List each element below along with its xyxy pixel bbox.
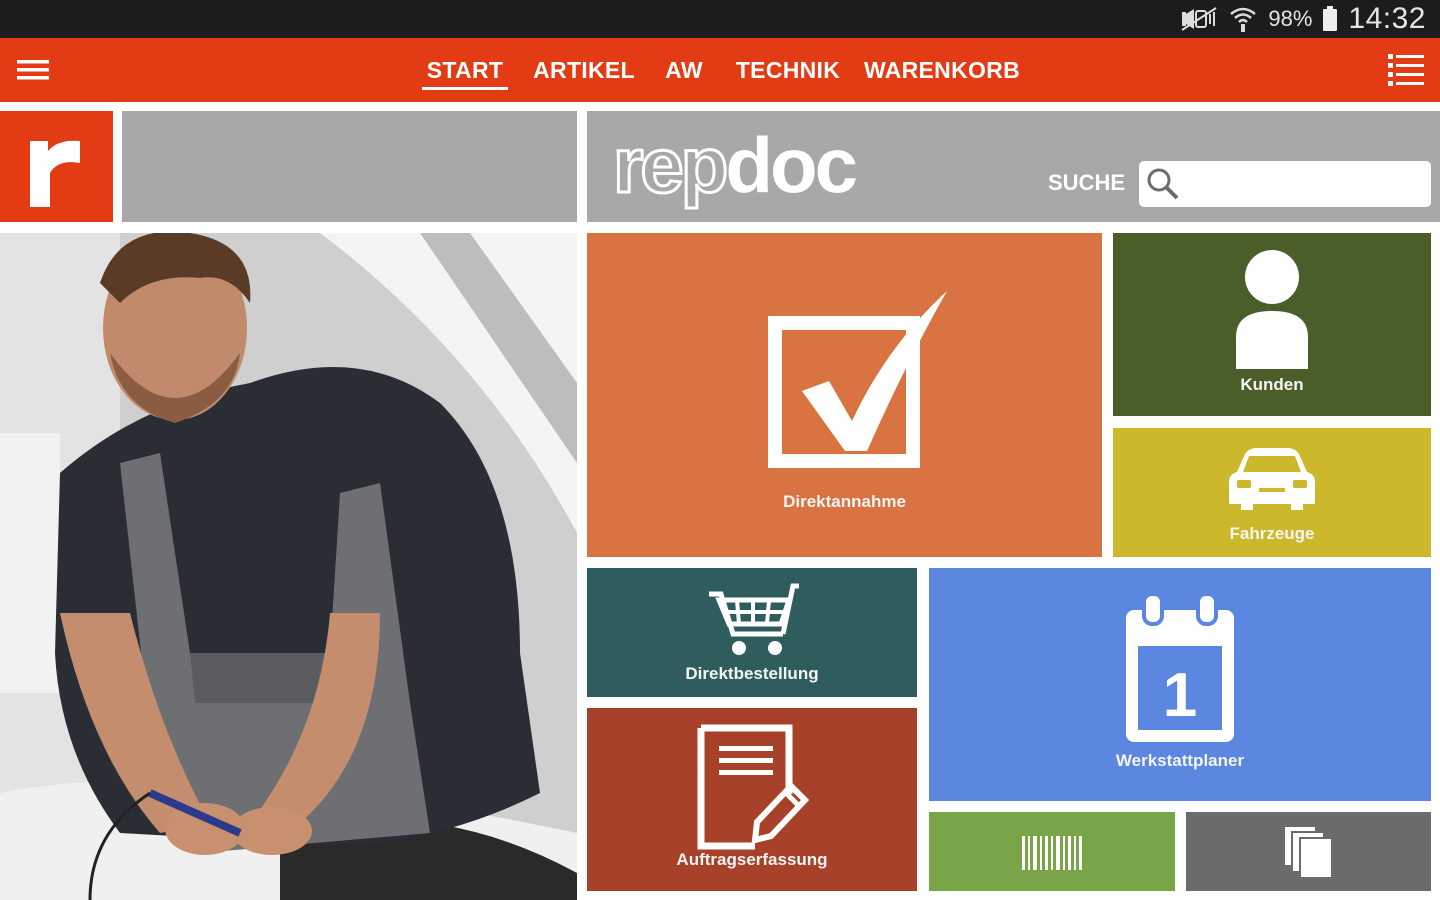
tile-fahrzeuge[interactable]: Fahrzeuge [1113,428,1431,557]
tile-auftragserfassung-label: Auftragserfassung [676,850,828,869]
person-icon [1236,250,1308,369]
tile-barcode[interactable] [929,812,1175,891]
search-label: SUCHE [1048,170,1126,195]
tile-direktbestellung[interactable]: Direktbestellung [587,568,917,697]
tab-technik-label: TECHNIK [735,56,841,83]
shopping-cart-icon [709,583,799,655]
tile-werkstattplaner[interactable]: 1 Werkstattplaner [929,568,1431,801]
tile-kunden-label: Kunden [1240,375,1304,394]
mechanic-illustration [0,233,577,900]
tile-kunden[interactable]: Kunden [1113,233,1431,416]
barcode-icon [1022,836,1082,870]
r-logo: r [0,111,113,222]
battery-percent: 98% [1268,6,1313,31]
tile-direktannahme[interactable]: Direktannahme [587,233,1102,557]
search-field[interactable] [1185,167,1425,201]
tab-start-label: START [426,56,504,83]
tab-aw-label: AW [665,56,703,83]
calendar-icon: 1 [1126,594,1234,742]
wordmark-rep: rep [611,121,729,209]
tile-werkstattplaner-label: Werkstattplaner [1115,751,1245,770]
mute-vibrate-icon [1181,7,1217,31]
active-tab-indicator [422,87,508,90]
wifi-icon [1230,7,1257,32]
tile-direktbestellung-label: Direktbestellung [685,664,819,683]
app-bar: START ARTIKEL AW TECHNIK WARENKORB [0,38,1440,102]
banner-placeholder [122,111,577,222]
battery-icon [1323,6,1338,31]
tab-start[interactable]: START [422,38,508,102]
tile-auftragserfassung[interactable]: Auftragserfassung [587,708,917,891]
status-bar: 98% 14:32 [0,0,1440,38]
tile-fahrzeuge-label: Fahrzeuge [1229,524,1315,543]
r-logo-mark [30,140,80,207]
tile-direktannahme-label: Direktannahme [783,492,906,511]
tab-warenkorb[interactable]: WARENKORB [863,38,1021,102]
tab-warenkorb-label: WARENKORB [863,56,1021,83]
list-view-icon[interactable] [1386,50,1426,90]
document-edit-icon [697,724,810,850]
mechanic-photo [0,233,577,900]
hamburger-icon[interactable] [14,52,54,88]
car-icon [1229,448,1315,510]
calendar-day: 1 [1163,661,1197,730]
tile-documents[interactable] [1186,812,1431,891]
tab-aw[interactable]: AW [660,38,708,102]
search-input[interactable] [1139,161,1431,207]
tab-technik[interactable]: TECHNIK [735,38,841,102]
repdoc-wordmark: rep doc [611,121,858,209]
search-icon [1147,168,1179,200]
tab-artikel[interactable]: ARTIKEL [533,38,635,102]
checkbox-check-icon [768,291,947,468]
wordmark-doc: doc [725,121,858,209]
documents-icon [1283,825,1333,879]
tab-artikel-label: ARTIKEL [533,56,635,83]
clock: 14:32 [1348,2,1426,35]
